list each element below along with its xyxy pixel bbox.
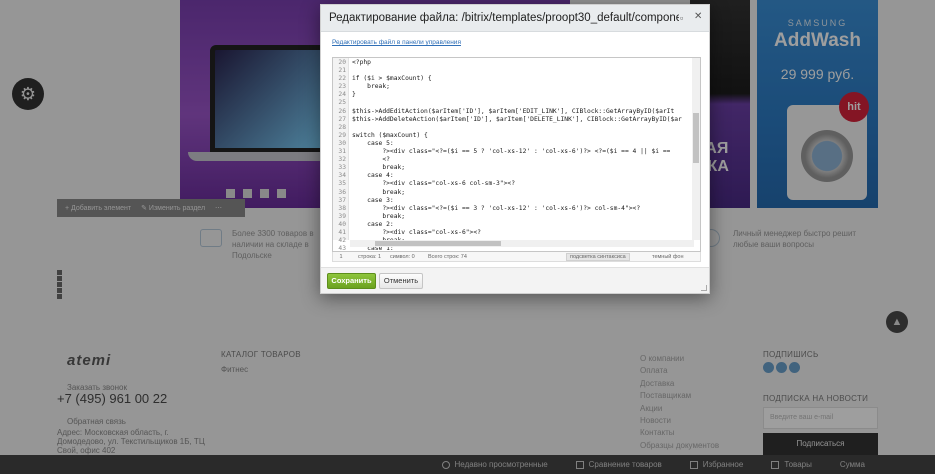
code-text[interactable]: [349, 67, 352, 75]
code-line[interactable]: 24}: [333, 91, 694, 99]
code-line[interactable]: 40 case 2:: [333, 221, 694, 229]
syntax-highlight-toggle[interactable]: подсветка синтаксиса: [566, 253, 630, 261]
code-text[interactable]: $this->AddDeleteAction($arItem['ID'], $a…: [349, 116, 682, 124]
resize-handle[interactable]: [701, 285, 707, 291]
line-number: 36: [338, 188, 346, 196]
horizontal-scrollbar[interactable]: [350, 240, 694, 247]
editor-status-bar: 1 строка: 1 символ: 0 Всего строк: 74 по…: [332, 252, 701, 262]
vertical-scrollbar[interactable]: [692, 58, 700, 240]
maximize-icon[interactable]: ▫: [680, 13, 683, 23]
code-text[interactable]: <?: [349, 156, 390, 164]
vertical-scroll-thumb[interactable]: [693, 113, 699, 163]
line-number: 35: [338, 180, 346, 188]
code-line[interactable]: 39 break;: [333, 213, 694, 221]
code-line[interactable]: 30 case 5:: [333, 140, 694, 148]
code-line[interactable]: 22 if ($i > $maxCount) {: [333, 75, 694, 83]
code-text[interactable]: ?><div class="<?=($i == 3 ? 'col-xs-12' …: [349, 205, 640, 213]
save-button[interactable]: Сохранить: [327, 273, 376, 289]
code-line[interactable]: 35 ?><div class="col-xs-6 col-sm-3"><?: [333, 180, 694, 188]
line-number: 26: [338, 107, 346, 115]
line-number: 30: [338, 139, 346, 147]
code-line[interactable]: 23 break;: [333, 83, 694, 91]
line-number: 27: [338, 115, 346, 123]
status-line-number: 1: [339, 254, 343, 260]
code-line[interactable]: 38 ?><div class="<?=($i == 3 ? 'col-xs-1…: [333, 205, 694, 213]
close-icon[interactable]: ✕: [694, 12, 702, 22]
code-area[interactable]: 20 <?php 21 22 if ($i > $maxCount) {23 break…: [333, 59, 694, 252]
status-column: символ: 0: [390, 254, 415, 260]
dialog-footer: Сохранить Отменить: [321, 267, 709, 293]
code-text[interactable]: [349, 99, 352, 107]
line-number: 38: [338, 204, 346, 212]
line-number: 25: [338, 99, 346, 107]
dialog-title: Редактирование файла: /bitrix/templates/…: [329, 12, 679, 24]
code-text[interactable]: break;: [349, 164, 405, 172]
code-text[interactable]: case 5:: [349, 140, 394, 148]
code-line[interactable]: 28: [333, 124, 694, 132]
line-number: 34: [338, 172, 346, 180]
code-text[interactable]: ?><div class="col-xs-6 col-sm-3"><?: [349, 180, 515, 188]
code-text[interactable]: ?><div class="<?=($i == 5 ? 'col-xs-12' …: [349, 148, 670, 156]
status-row: строка: 1: [358, 254, 382, 260]
code-text[interactable]: case 2:: [349, 221, 394, 229]
line-number: 29: [338, 131, 346, 139]
line-number: 22: [338, 75, 346, 83]
code-line[interactable]: 21: [333, 67, 694, 75]
code-line[interactable]: 20 <?php: [333, 59, 694, 67]
code-line[interactable]: 34 case 4:: [333, 172, 694, 180]
line-number: 43: [338, 245, 346, 252]
code-editor[interactable]: 20 <?php 21 22 if ($i > $maxCount) {23 break…: [332, 57, 701, 252]
code-line[interactable]: 41 ?><div class="col-xs-6"><?: [333, 229, 694, 237]
line-number: 42: [338, 237, 346, 245]
code-text[interactable]: break;: [349, 83, 390, 91]
code-line[interactable]: 25: [333, 99, 694, 107]
code-line[interactable]: 33 break;: [333, 164, 694, 172]
line-number: 21: [338, 67, 346, 75]
line-number: 33: [338, 164, 346, 172]
code-text[interactable]: break;: [349, 189, 405, 197]
code-line[interactable]: 26 $this->AddEditAction($arItem['ID'], $a…: [333, 108, 694, 116]
line-number: 23: [338, 83, 346, 91]
code-text[interactable]: }: [349, 91, 356, 99]
code-line[interactable]: 32 <?: [333, 156, 694, 164]
line-number: 24: [338, 91, 346, 99]
code-line[interactable]: 27 $this->AddDeleteAction($arItem['ID'], …: [333, 116, 694, 124]
code-text[interactable]: if ($i > $maxCount) {: [349, 75, 432, 83]
code-text[interactable]: case 4:: [349, 172, 394, 180]
line-number: 37: [338, 196, 346, 204]
code-text[interactable]: break;: [349, 213, 405, 221]
code-line[interactable]: 37 case 3:: [333, 197, 694, 205]
edit-file-dialog: Редактирование файла: /bitrix/templates/…: [320, 4, 710, 294]
control-panel-link[interactable]: Редактировать файл в панели управления: [332, 39, 461, 46]
line-number: 31: [338, 148, 346, 156]
code-line[interactable]: 29 switch ($maxCount) {: [333, 132, 694, 140]
line-number: 40: [338, 220, 346, 228]
code-text[interactable]: switch ($maxCount) {: [349, 132, 428, 140]
dark-theme-toggle[interactable]: темный фон: [652, 254, 684, 260]
code-text[interactable]: case 3:: [349, 197, 394, 205]
status-total-lines: Всего строк: 74: [428, 254, 467, 260]
line-number: 32: [338, 156, 346, 164]
horizontal-scroll-thumb[interactable]: [375, 241, 501, 246]
code-line[interactable]: 36 break;: [333, 189, 694, 197]
code-text[interactable]: <?php: [349, 59, 371, 67]
code-line[interactable]: 31 ?><div class="<?=($i == 5 ? 'col-xs-1…: [333, 148, 694, 156]
dialog-header[interactable]: Редактирование файла: /bitrix/templates/…: [321, 5, 709, 32]
cancel-button[interactable]: Отменить: [379, 273, 423, 289]
line-number: 28: [338, 123, 346, 131]
code-text[interactable]: $this->AddEditAction($arItem['ID'], $arI…: [349, 108, 674, 116]
code-text[interactable]: [349, 124, 352, 132]
code-text[interactable]: ?><div class="col-xs-6"><?: [349, 229, 481, 237]
line-number: 20: [338, 59, 346, 66]
line-number: 41: [338, 228, 346, 236]
line-number: 39: [338, 212, 346, 220]
